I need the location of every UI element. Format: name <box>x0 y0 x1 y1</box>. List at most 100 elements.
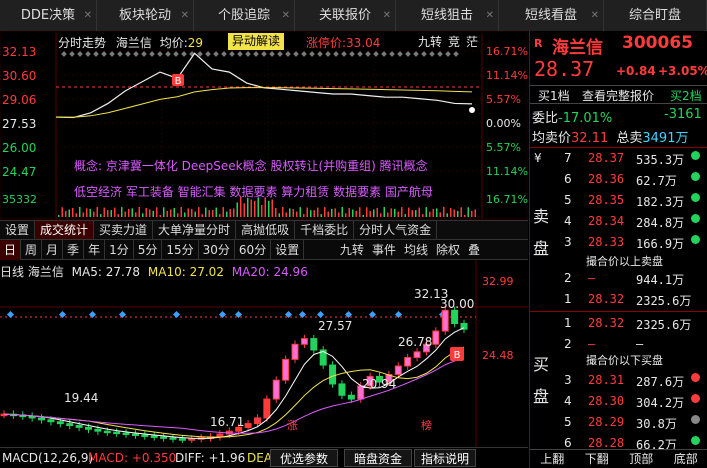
tab-high-low[interactable]: 高抛低吸 <box>236 221 296 239</box>
tab-stock-tracking[interactable]: 个股追踪 ✕ <box>194 0 295 31</box>
close-icon[interactable]: ✕ <box>84 0 92 31</box>
period-tab[interactable]: 年 <box>84 240 106 260</box>
orderbook-row[interactable]: 4 28.30 304.2万 <box>530 392 707 413</box>
close-icon[interactable]: ✕ <box>181 0 189 31</box>
bottom-button[interactable]: 底部 <box>674 450 698 468</box>
status-dot <box>691 436 700 445</box>
close-icon[interactable]: ✕ <box>383 0 391 31</box>
period-tab[interactable]: 日 <box>0 240 22 260</box>
param-button[interactable]: 优选参数 <box>270 449 338 467</box>
macd-bar: MACD(12,26,9) MACD: +0.350 DIFF: +1.96 D… <box>0 447 528 468</box>
volume-bar <box>313 210 315 217</box>
page-up-button[interactable]: 上翻 <box>540 450 564 468</box>
tab-bid2[interactable]: 买2档 <box>670 87 702 104</box>
dark-funds-button[interactable]: 暗盘资金 <box>344 449 412 467</box>
price: 28.37 <box>588 151 625 165</box>
candle-body <box>84 426 92 430</box>
volume-bar <box>373 209 375 217</box>
orderbook-row[interactable]: 7 28.37 535.3万 <box>530 149 707 170</box>
volume-bar <box>159 214 161 217</box>
tab-popularity-funds[interactable]: 分时人气资金 <box>354 221 438 239</box>
tab-sector-rotation[interactable]: 板块轮动 ✕ <box>97 0 194 31</box>
orderbook-row[interactable]: 5 28.29 30.8万 <box>530 413 707 434</box>
tab-dde[interactable]: DDE决策 ✕ <box>0 0 97 31</box>
auction-button[interactable]: 竞 <box>448 33 460 50</box>
orderbook-row[interactable]: 6 28.36 62.7万 <box>530 170 707 191</box>
volume-bar <box>338 212 340 217</box>
volume-bar <box>114 207 116 217</box>
volume-bar <box>261 204 263 217</box>
volume-bar <box>166 210 168 217</box>
orderbook-row[interactable]: 5 28.35 182.3万 <box>530 191 707 212</box>
alert-interpret-button[interactable]: 异动解读 <box>228 33 285 50</box>
jiuzhuan-button[interactable]: 九转 <box>418 33 442 50</box>
other-button[interactable]: 茫 <box>466 33 478 50</box>
tab-buy-sell-force[interactable]: 买卖力道 <box>94 221 154 239</box>
volume-bar <box>149 209 151 217</box>
period-tab[interactable]: 30分 <box>199 240 235 260</box>
orderbook-row[interactable]: 3 28.31 287.6万 <box>530 371 707 392</box>
quote-price: 28.37 <box>534 57 595 81</box>
tab-depth-ratio[interactable]: 千档委比 <box>295 221 355 239</box>
volume-bar <box>310 210 312 217</box>
volume-bar <box>299 207 301 217</box>
level: 4 <box>564 394 572 408</box>
close-icon[interactable]: ✕ <box>486 0 494 31</box>
level: 4 <box>564 214 572 228</box>
tab-short-sniper[interactable]: 短线狙击 ✕ <box>396 0 499 31</box>
price: 28.33 <box>588 235 625 249</box>
ma-button[interactable]: 均线 <box>400 240 432 260</box>
status-dot <box>691 415 700 424</box>
orderbook-row[interactable]: 1 28.32 2325.6万 <box>530 314 707 335</box>
volume: 30.8万 <box>636 417 677 431</box>
period-tab[interactable]: 60分 <box>235 240 272 260</box>
page-down-button[interactable]: 下翻 <box>585 450 609 468</box>
volume-bar <box>229 208 231 217</box>
volume-bar <box>240 197 242 217</box>
tab-short-watch[interactable]: 短线看盘 ✕ <box>499 0 604 31</box>
period-tab[interactable]: 周 <box>21 240 43 260</box>
indicator-help-button[interactable]: 指标说明 <box>414 449 476 467</box>
period-tab[interactable]: 设置 <box>271 240 305 260</box>
period-tab[interactable]: 5分 <box>134 240 163 260</box>
tab-trade-stats[interactable]: 成交统计 <box>35 221 95 239</box>
volume-bar <box>390 208 392 217</box>
status-dot <box>691 394 700 403</box>
volume-bar <box>208 210 210 217</box>
period-tab[interactable]: 季 <box>63 240 85 260</box>
top-button[interactable]: 顶部 <box>629 450 653 468</box>
level: 7 <box>564 151 572 165</box>
orderbook-row[interactable]: 2 – 944.1万 <box>530 269 707 290</box>
volume-bar <box>58 215 60 217</box>
volume-bar <box>156 207 158 217</box>
tab-bid1[interactable]: 买1档 <box>538 87 570 104</box>
diff-value: DIFF: +1.96 <box>175 451 246 465</box>
kline-y-top: 32.99 <box>482 275 514 288</box>
orderbook-row[interactable]: 4 28.34 284.8万 <box>530 212 707 233</box>
volume-bar <box>187 208 189 217</box>
period-jiuzhuan-button[interactable]: 九转 <box>336 240 368 260</box>
volume-bar <box>152 210 154 217</box>
overlay-button[interactable]: 叠 <box>464 240 484 260</box>
period-tab[interactable]: 月 <box>42 240 64 260</box>
candle-body <box>347 394 355 400</box>
volume: 182.3万 <box>636 195 685 209</box>
tab-settings[interactable]: 设置 <box>0 221 36 239</box>
period-tab[interactable]: 1分 <box>105 240 134 260</box>
tab-full-quote[interactable]: 查看完整报价 <box>582 87 654 104</box>
candle-body <box>300 338 308 345</box>
close-icon[interactable]: ✕ <box>591 0 599 31</box>
tab-related-quote[interactable]: 关联报价 ✕ <box>295 0 396 31</box>
period-tab[interactable]: 15分 <box>162 240 199 260</box>
tab-large-order[interactable]: 大单净量分时 <box>153 221 237 239</box>
volume-bar <box>212 210 214 217</box>
event-button[interactable]: 事件 <box>368 240 400 260</box>
tab-overall-watch[interactable]: 综合盯盘 <box>604 0 707 31</box>
candle-body <box>131 433 139 436</box>
ex-right-button[interactable]: 除权 <box>432 240 464 260</box>
close-icon[interactable]: ✕ <box>282 0 290 31</box>
orderbook-row[interactable]: 1 28.32 2325.6万 <box>530 290 707 311</box>
orderbook-row[interactable]: 3 28.33 166.9万 <box>530 233 707 254</box>
volume-bar <box>432 208 434 217</box>
y-right-tick: 11.14% <box>486 165 528 178</box>
